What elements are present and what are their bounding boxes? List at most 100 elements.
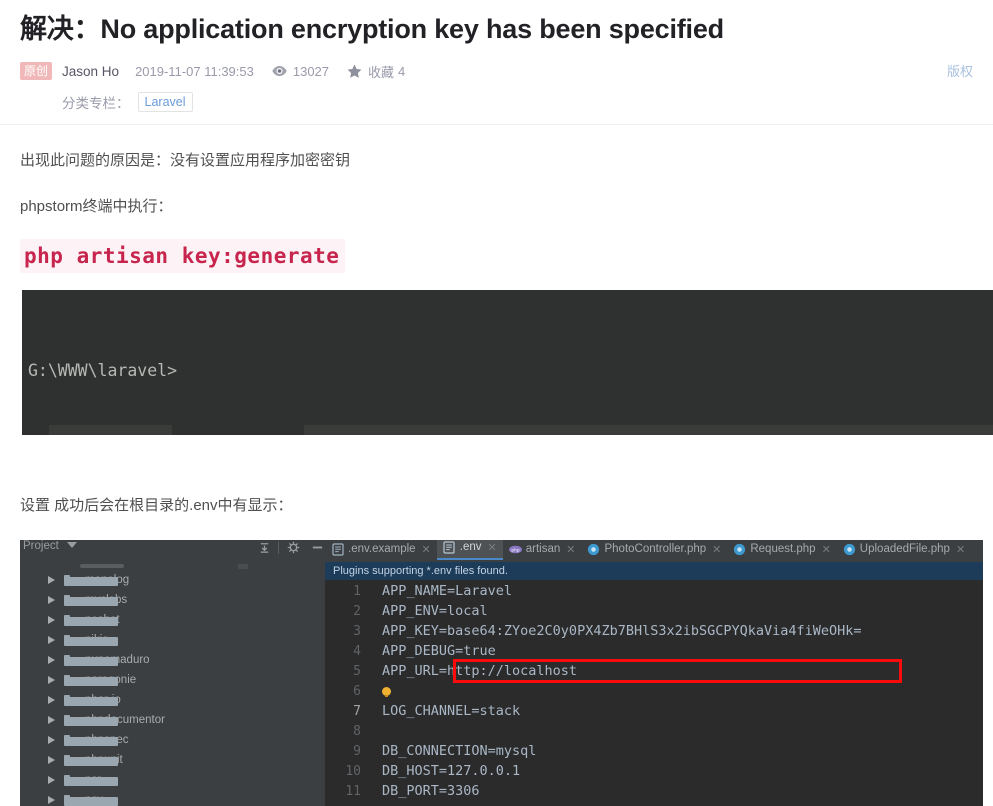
project-tree-panel: monolog myclabs nesbot nikic [20,562,325,806]
code-content[interactable]: 1 APP_NAME=Laravel 2 APP_ENV=local 3 APP… [325,581,983,806]
terminal-footer-segment [172,425,304,435]
eye-icon [272,65,287,77]
folder-icon [64,614,118,626]
line-text: DB_HOST=127.0.0.1 [382,763,521,779]
favorite-count[interactable]: 收藏 4 [347,62,405,81]
code-line: 1 APP_NAME=Laravel [325,581,983,601]
terminal-footer-bar [22,425,993,435]
original-badge: 原创 [20,62,53,80]
code-line-hint: 6 [325,681,983,701]
chevron-right-icon[interactable] [48,756,55,764]
close-icon[interactable]: ✕ [956,543,965,556]
close-icon[interactable]: ✕ [488,541,497,554]
line-number: 6 [353,683,361,699]
tab-artisan[interactable]: php artisan ✕ [503,540,582,560]
chevron-down-icon[interactable] [66,542,77,548]
tab-photocontroller[interactable]: PhotoController.php ✕ [581,540,727,560]
favorite-count-value: 4 [398,63,406,79]
tab-env-example[interactable]: .env.example ✕ [325,540,437,560]
close-icon[interactable]: ✕ [422,543,431,556]
close-icon[interactable]: ✕ [566,543,575,556]
editor-scrollbar[interactable] [971,581,983,806]
tree-item[interactable]: phpunit [20,750,325,770]
tab-request[interactable]: Request.php ✕ [727,540,836,560]
folder-icon [64,734,118,746]
line-number: 9 [353,743,361,759]
code-line: 10 DB_HOST=127.0.0.1 [325,761,983,781]
tree-item[interactable]: nikic [20,630,325,650]
toolbar-icon-group [252,540,329,562]
tab-env[interactable]: .env ✕ [436,540,503,560]
tab-label: PhotoController.php [604,543,707,555]
category-column-tag[interactable]: Laravel [137,92,193,112]
tree-item[interactable]: phpspec [20,730,325,750]
command-code: php artisan key:generate [20,239,346,273]
chevron-right-icon[interactable] [48,616,55,624]
php-class-icon [587,543,600,556]
terminal-line: G:\WWW\laravel> [28,361,178,380]
folder-icon [64,594,118,606]
tree-item[interactable]: paragonie [20,670,325,690]
tab-label: .env.example [348,543,416,555]
line-text: APP_KEY=base64:ZYoe2C0y0PX4Zb7BHlS3x2ibS… [382,623,862,639]
favorite-label: 收藏 [368,64,395,80]
line-text: APP_NAME=Laravel [382,583,513,599]
category-column-row: 分类专栏： Laravel [0,86,993,124]
tree-item[interactable]: myclabs [20,590,325,610]
editor-notification-bar: Plugins supporting *.env files found. [325,562,983,581]
chevron-right-icon[interactable] [48,656,55,664]
article-body-2: 设置 成功后会在根目录的.env中有显示： [0,472,993,518]
tab-label: .env [459,541,482,553]
chevron-right-icon[interactable] [48,736,55,744]
chevron-right-icon[interactable] [48,636,55,644]
code-line: 4 APP_DEBUG=true [325,641,983,661]
author-name[interactable]: Jason Ho [62,64,119,79]
line-text: DB_PORT=3306 [382,783,480,799]
tree-item[interactable]: monolog [20,570,325,590]
line-number: 10 [345,763,361,779]
chevron-right-icon[interactable] [48,796,55,804]
tree-scroll-strip [20,562,325,570]
folder-icon [64,654,118,666]
chevron-right-icon[interactable] [48,716,55,724]
php-icon: php [508,543,522,556]
line-number: 1 [353,583,361,599]
meta-divider [0,124,993,125]
tab-label: artisan [525,543,561,555]
tree-item[interactable]: nesbot [20,610,325,630]
view-count: 13027 [272,64,329,79]
close-icon[interactable]: ✕ [712,543,721,556]
chevron-right-icon[interactable] [48,776,55,784]
line-number: 8 [353,723,361,739]
line-number: 11 [345,783,361,799]
chevron-right-icon[interactable] [48,596,55,604]
copyright-link[interactable]: 版权 [947,61,973,80]
collapse-all-icon[interactable] [252,540,276,558]
code-line: 2 APP_ENV=local [325,601,983,621]
article-meta-bar: 原创 Jason Ho 2019-11-07 11:39:53 13027 收藏… [0,54,993,86]
line-number: 5 [353,663,361,679]
line-text: APP_DEBUG=true [382,643,496,659]
chevron-right-icon[interactable] [48,576,55,584]
line-text: LOG_CHANNEL=stack [382,703,521,719]
folder-icon [64,694,118,706]
chevron-right-icon[interactable] [48,676,55,684]
article-page: 解决：No application encryption key has bee… [0,0,993,806]
close-icon[interactable]: ✕ [822,543,831,556]
publish-date: 2019-11-07 11:39:53 [135,63,254,79]
tree-item[interactable]: phpdocumentor [20,710,325,730]
tree-item[interactable]: psy [20,790,325,806]
article-body: 出现此问题的原因是：没有设置应用程序加密密钥 phpstorm终端中执行： ph… [0,149,993,273]
chevron-right-icon[interactable] [48,696,55,704]
tab-uploadedfile[interactable]: UploadedFile.php ✕ [837,540,971,560]
page-title: 解决：No application encryption key has bee… [20,14,724,44]
code-line: 9 DB_CONNECTION=mysql [325,741,983,761]
gear-icon[interactable] [281,540,305,558]
scrollbar-thumb[interactable] [80,564,124,568]
tree-item[interactable]: phar-io [20,690,325,710]
tree-item[interactable]: psr [20,770,325,790]
tree-item[interactable]: nunomaduro [20,650,325,670]
lightbulb-icon[interactable] [382,686,391,697]
code-line-app-key: 3 APP_KEY=base64:ZYoe2C0y0PX4Zb7BHlS3x2i… [325,621,983,641]
folder-icon [64,794,118,806]
